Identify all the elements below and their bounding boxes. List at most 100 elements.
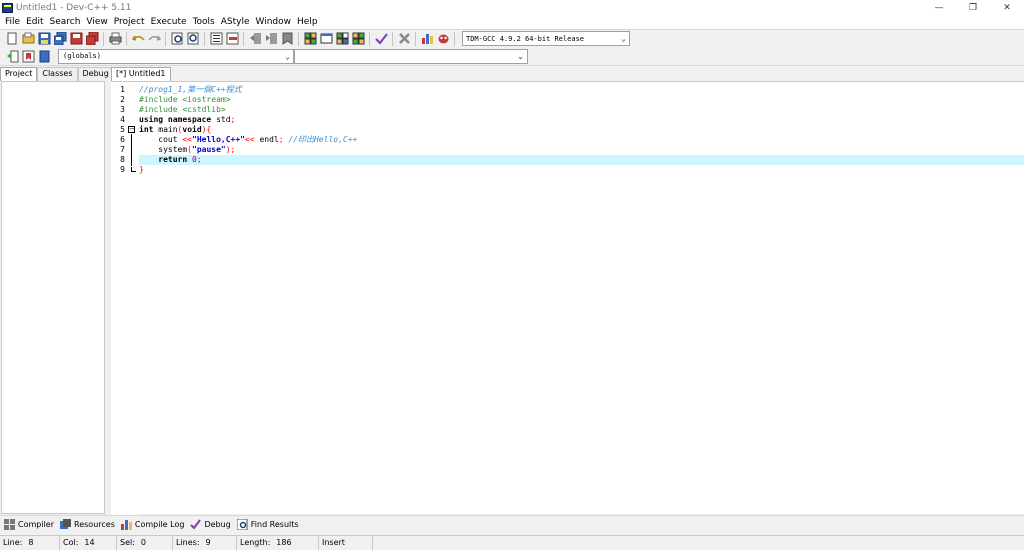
insert-icon[interactable] (5, 49, 19, 63)
code-line: #include <iostream> (139, 95, 1024, 105)
tab-untitled1[interactable]: [*] Untitled1 (111, 67, 171, 81)
status-line-value: 8 (28, 538, 34, 547)
find-results-icon (236, 519, 248, 530)
minimize-button[interactable]: — (922, 0, 956, 15)
menu-window[interactable]: Window (253, 17, 295, 27)
fold-collapse-icon[interactable]: − (128, 126, 135, 133)
menu-project[interactable]: Project (111, 17, 148, 27)
status-sel: Sel: 0 (117, 535, 173, 550)
toolbar-separator (392, 31, 393, 46)
status-col: Col: 14 (60, 535, 117, 550)
line-number: 2 (120, 95, 125, 104)
compiler-select[interactable]: TDM-GCC 4.9.2 64-bit Release ⌄ (462, 31, 630, 46)
run-icon[interactable] (319, 32, 333, 46)
main-toolbar: TDM-GCC 4.9.2 64-bit Release ⌄ (0, 29, 1024, 47)
toolbar-separator (298, 31, 299, 46)
code-keyword: void (182, 125, 202, 134)
tab-debug-output[interactable]: Debug (190, 519, 231, 530)
tab-debug[interactable]: Debug (77, 67, 114, 81)
code-line: int main(void){ (139, 125, 1024, 135)
menu-astyle[interactable]: AStyle (218, 17, 253, 27)
status-col-value: 14 (84, 538, 95, 547)
code-line-current: return 0; (139, 155, 1024, 165)
find-icon[interactable] (170, 32, 184, 46)
toolbar-separator (126, 31, 127, 46)
menu-view[interactable]: View (83, 17, 110, 27)
profile-icon[interactable] (420, 32, 434, 46)
line-number: 6 (120, 135, 125, 144)
goto-bookmark-icon[interactable] (37, 49, 51, 63)
tab-find-results-label: Find Results (250, 520, 299, 529)
close-all-icon[interactable] (85, 32, 99, 46)
save-icon[interactable] (37, 32, 51, 46)
code-line: system("pause"); (139, 145, 1024, 155)
debug-icon[interactable] (436, 32, 450, 46)
close-button[interactable]: ✕ (990, 0, 1024, 15)
bookmark-icon[interactable] (280, 32, 294, 46)
tab-debug-label: Debug (204, 520, 231, 529)
code-identifier: cout (139, 135, 183, 144)
menu-edit[interactable]: Edit (23, 17, 46, 27)
code-operator: ; (230, 115, 236, 124)
indent-left-icon[interactable] (248, 32, 262, 46)
compiler-select-value: TDM-GCC 4.9.2 64-bit Release (466, 34, 585, 43)
code-editor[interactable]: 1 2 3 4 5 6 7 8 9 − //prog1_1,第一個C++程式 #… (111, 81, 1024, 515)
status-lines: Lines: 9 (173, 535, 237, 550)
menu-tools[interactable]: Tools (190, 17, 218, 27)
code-preprocessor: #include <cstdlib> (139, 105, 226, 114)
code-line: //prog1_1,第一個C++程式 (139, 85, 1024, 95)
tab-compile-log-label: Compile Log (134, 520, 185, 529)
tab-resources-label: Resources (74, 520, 115, 529)
save-all-icon[interactable] (53, 32, 67, 46)
compile-icon[interactable] (303, 32, 317, 46)
menu-help[interactable]: Help (294, 17, 321, 27)
menu-execute[interactable]: Execute (148, 17, 190, 27)
goto-line-icon[interactable] (209, 32, 223, 46)
line-number: 9 (120, 165, 125, 174)
tab-resources[interactable]: Resources (60, 519, 115, 530)
toggle-bookmark-icon[interactable] (21, 49, 35, 63)
status-line-label: Line: (3, 538, 23, 547)
tab-compiler[interactable]: Compiler (4, 519, 54, 530)
indent-right-icon[interactable] (264, 32, 278, 46)
code-operator: ); (225, 145, 236, 154)
tab-classes[interactable]: Classes (37, 67, 78, 81)
tab-compile-log[interactable]: Compile Log (120, 519, 185, 530)
maximize-button[interactable]: ❐ (956, 0, 990, 15)
code-identifier: system (139, 145, 188, 154)
stop-execution-icon[interactable] (397, 32, 411, 46)
project-tree[interactable] (1, 81, 105, 514)
toolbar-separator (415, 31, 416, 46)
syntax-check-icon[interactable] (374, 32, 388, 46)
toolbar-separator (103, 31, 104, 46)
tab-project[interactable]: Project (0, 67, 38, 81)
rebuild-all-icon[interactable] (351, 32, 365, 46)
compile-run-icon[interactable] (335, 32, 349, 46)
tab-compiler-label: Compiler (18, 520, 55, 529)
tab-find-results[interactable]: Find Results (236, 519, 299, 530)
code-string: "pause" (192, 145, 226, 154)
undo-icon[interactable] (131, 32, 145, 46)
scope-select[interactable]: (globals) ⌄ (58, 48, 294, 64)
close-file-icon[interactable] (69, 32, 83, 46)
line-number: 7 (120, 145, 125, 154)
redo-icon[interactable] (147, 32, 161, 46)
code-operator: ; (196, 155, 202, 164)
function-select[interactable]: ⌄ (294, 48, 528, 64)
goto-function-icon[interactable] (225, 32, 239, 46)
code-comment: //印出Hello,C++ (283, 135, 358, 144)
menu-file[interactable]: File (2, 17, 23, 27)
menu-search[interactable]: Search (47, 17, 84, 27)
output-tabs: Compiler Resources Compile Log Debug Fin… (0, 515, 1024, 533)
status-length-value: 186 (276, 538, 292, 547)
toolbar-separator (204, 31, 205, 46)
code-comment: //prog1_1,第一個C++程式 (139, 85, 242, 94)
status-length-label: Length: (240, 538, 271, 547)
open-file-icon[interactable] (21, 32, 35, 46)
code-keyword: int (139, 125, 154, 134)
menu-bar: File Edit Search View Project Execute To… (0, 15, 1024, 29)
new-file-icon[interactable] (5, 32, 19, 46)
replace-icon[interactable] (186, 32, 200, 46)
print-icon[interactable] (108, 32, 122, 46)
toolbar-separator (454, 31, 455, 46)
